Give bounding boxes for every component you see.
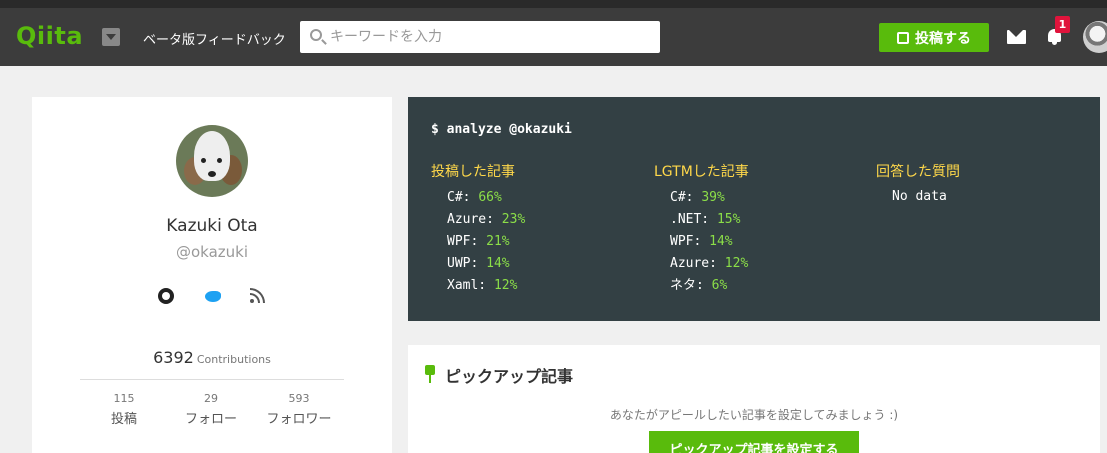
column-heading: 回答した質問 [876, 164, 960, 180]
tag-row: ネタ: 6% [670, 278, 728, 293]
analyze-command: $ analyze @okazuki [431, 122, 572, 137]
set-pickup-button[interactable]: ピックアップ記事を設定する [649, 431, 859, 453]
post-button[interactable]: 投稿する [879, 23, 989, 52]
no-data-text: No data [892, 189, 947, 204]
stat-label: フォロー [184, 412, 237, 427]
search-input[interactable] [330, 21, 650, 53]
header-top-strip [0, 0, 1107, 8]
profile-handle: @okazuki [175, 243, 249, 261]
tag-row: UWP: 14% [447, 256, 510, 271]
post-button-label: 投稿する [915, 30, 971, 47]
stat-following[interactable]: 29 フォロー [166, 392, 256, 427]
posted-articles-column: 投稿した記事 C#: 66% Azure: 23% WPF: 21% UWP: … [431, 161, 651, 299]
tag-row: WPF: 14% [670, 234, 733, 249]
pickup-title: ピックアップ記事 [445, 367, 574, 386]
profile-card: Kazuki Ota @okazuki 6392 Contributions 11… [32, 97, 392, 453]
beta-feedback-link[interactable]: ベータ版フィードバック [143, 29, 286, 48]
column-heading: 投稿した記事 [431, 164, 515, 180]
stat-value: 115 [113, 392, 135, 405]
contributions: 6392 Contributions [32, 348, 392, 367]
tag-row: .NET: 15% [670, 212, 741, 227]
qiita-logo[interactable]: Qiita [16, 22, 83, 50]
twitter-icon[interactable] [203, 287, 223, 307]
profile-avatar [176, 125, 248, 197]
lgtm-articles-column: LGTMした記事 C#: 39% .NET: 15% WPF: 14% Azur… [654, 161, 874, 299]
mail-icon[interactable] [1007, 30, 1026, 44]
analyze-panel: $ analyze @okazuki 投稿した記事 C#: 66% Azure:… [408, 97, 1100, 321]
stat-posts[interactable]: 115 投稿 [79, 392, 169, 427]
search-icon [310, 29, 322, 41]
tag-row: Azure: 12% [670, 256, 749, 271]
divider [80, 379, 344, 380]
tag-row: WPF: 21% [447, 234, 510, 249]
pin-icon [423, 365, 437, 383]
user-avatar[interactable] [1083, 21, 1107, 53]
stat-value: 593 [288, 392, 310, 405]
pickup-articles-section: ピックアップ記事 あなたがアピールしたい記事を設定してみましょう :) ピックア… [408, 345, 1100, 453]
stat-label: フォロワー [266, 412, 332, 427]
tag-row: Xaml: 12% [447, 278, 518, 293]
stat-label: 投稿 [110, 412, 137, 427]
contributions-label: Contributions [196, 353, 271, 366]
global-header: Qiita ベータ版フィードバック 投稿する 1 [0, 0, 1107, 66]
column-heading: LGTMした記事 [654, 164, 749, 180]
chevron-down-icon[interactable] [102, 28, 120, 46]
rss-icon[interactable] [248, 287, 268, 307]
search-box[interactable] [300, 21, 660, 53]
stat-followers[interactable]: 593 フォロワー [254, 392, 344, 427]
stat-value: 29 [204, 392, 218, 405]
github-icon[interactable] [157, 287, 177, 307]
pencil-icon [897, 31, 909, 44]
tag-row: C#: 39% [670, 190, 725, 205]
tag-row: Azure: 23% [447, 212, 526, 227]
answered-questions-column: 回答した質問 No data [876, 161, 1096, 204]
tag-row: C#: 66% [447, 190, 502, 205]
profile-name: Kazuki Ota [166, 216, 258, 236]
contributions-count: 6392 [153, 348, 194, 367]
pickup-description: あなたがアピールしたい記事を設定してみましょう :) [609, 408, 899, 422]
notification-badge: 1 [1055, 16, 1070, 33]
